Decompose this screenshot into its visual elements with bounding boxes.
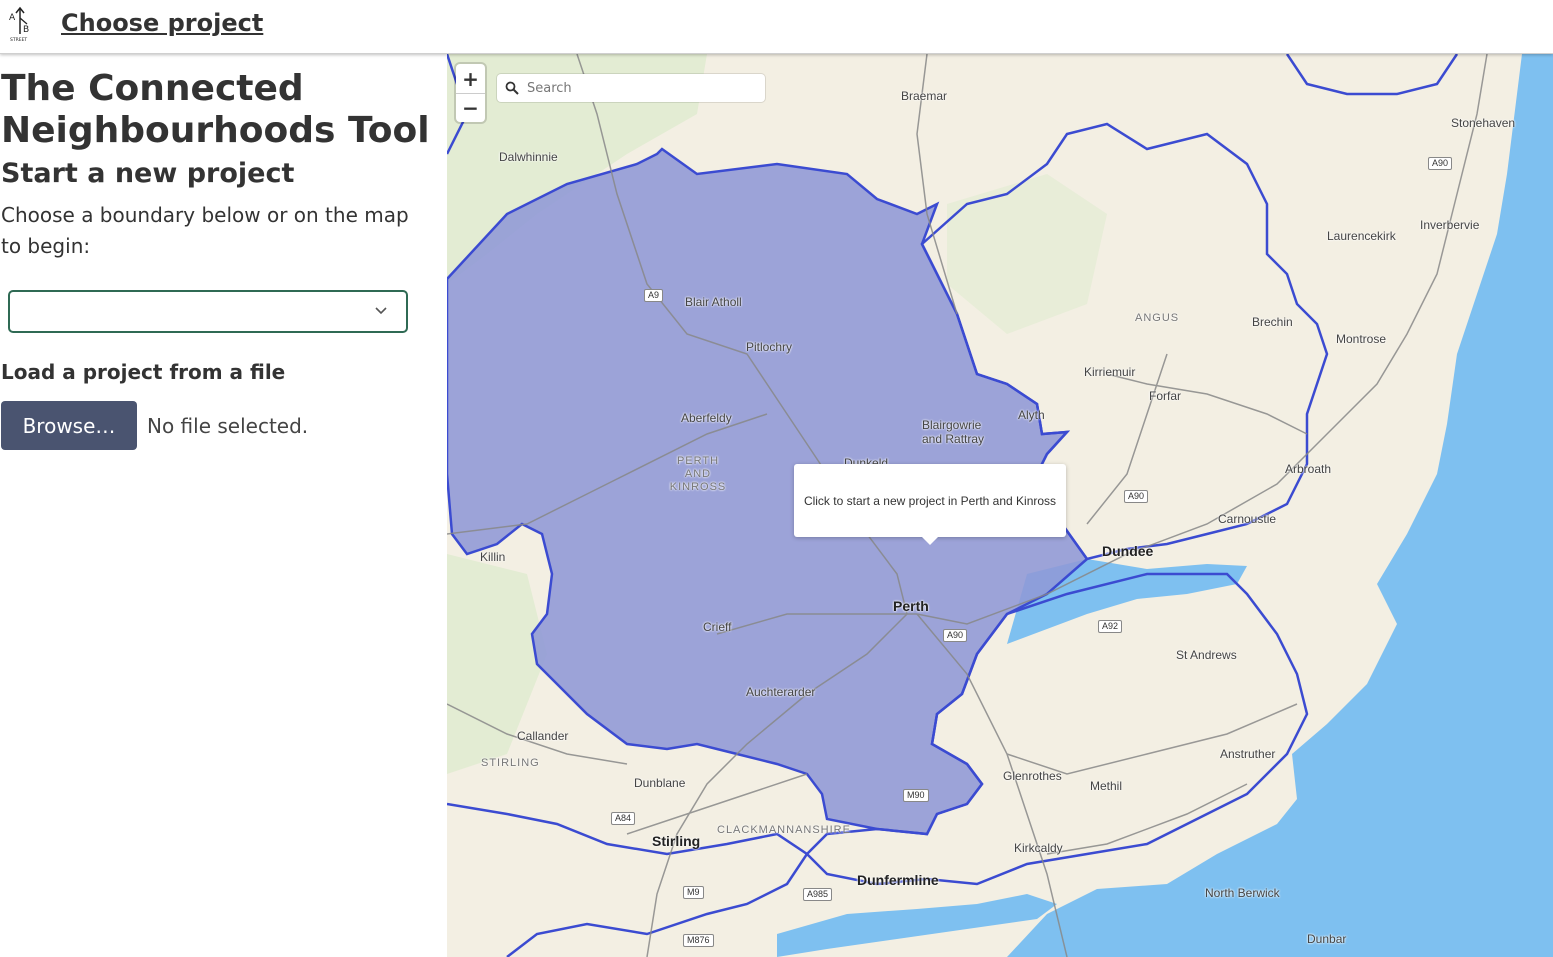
popup-text: Click to start a new project in Perth an… [803,493,1057,508]
road-shield: M876 [683,934,714,947]
place-label: Dunfermline [857,872,939,888]
place-label: Dunbar [1307,932,1347,946]
chevron-down-icon [375,307,387,315]
place-label: Blairgowrie and Rattray [922,418,985,446]
place-label: Inverbervie [1420,218,1480,232]
breadcrumb-choose-project[interactable]: Choose project [61,9,263,37]
road-shield: A92 [1098,620,1123,633]
map-search-box [497,74,765,102]
place-label: Aberfeldy [681,411,732,425]
place-label: St Andrews [1176,648,1237,662]
section-heading-load-project: Load a project from a file [1,360,286,384]
road-shield: A90 [943,629,968,642]
svg-text:A: A [9,13,16,23]
sidebar: The Connected Neighbourhoods Tool Start … [0,54,446,957]
place-label: Kirkcaldy [1014,841,1063,855]
place-label: Laurencekirk [1327,229,1396,243]
place-label: Dundee [1102,543,1154,559]
page-title: The Connected Neighbourhoods Tool [1,68,430,151]
place-label: Brechin [1252,315,1293,329]
place-label: Carnoustie [1218,512,1277,526]
place-label: Braemar [901,89,948,103]
road-shield: A9 [644,289,664,302]
zoom-out-button[interactable]: − [456,93,485,122]
place-label: Pitlochry [746,340,793,354]
place-label: Perth [893,598,929,614]
place-label: Stonehaven [1451,116,1516,130]
abstreet-logo-icon[interactable]: A B STREET [8,6,36,42]
place-label: Callander [517,729,569,743]
zoom-control: + − [456,64,485,122]
road-shield: A84 [611,812,636,825]
place-label: North Berwick [1205,886,1280,900]
instructions-text: Choose a boundary below or on the map to… [1,203,409,258]
road-shield: A90 [1428,157,1453,170]
top-bar: A B STREET Choose project [0,0,1553,54]
place-label: Killin [480,550,506,564]
place-label: Dalwhinnie [499,150,558,164]
road-shield: A985 [803,888,833,901]
search-input[interactable] [525,79,759,97]
place-label: Auchterarder [746,685,816,699]
place-label: Stirling [652,833,701,849]
section-heading-new-project: Start a new project [1,158,295,189]
road-shield: M90 [903,789,929,802]
popup-tip [922,537,938,545]
map-popup: Click to start a new project in Perth an… [794,464,1066,545]
place-label: Kirriemuir [1084,365,1136,379]
boundary-select[interactable] [8,290,408,333]
place-label: Dunblane [634,776,686,790]
svg-text:STREET: STREET [10,37,27,42]
place-label: Methil [1090,779,1123,793]
place-label: Forfar [1149,389,1182,403]
browse-file-button[interactable]: Browse… [1,401,137,450]
region-label: CLACKMANNANSHIRE [717,824,851,836]
place-label: Crieff [703,620,732,634]
region-label: ANGUS [1135,312,1180,324]
place-label: Blair Atholl [685,295,742,309]
zoom-in-button[interactable]: + [456,64,485,93]
place-label: Arbroath [1285,462,1332,476]
map-canvas[interactable]: Braemar Dalwhinnie Stonehaven Laurenceki… [447,54,1553,957]
region-label: STIRLING [481,757,540,769]
road-shield: M9 [683,886,704,899]
place-label: Anstruther [1220,747,1276,761]
file-status-text: No file selected. [147,414,309,438]
place-label: Alyth [1018,408,1045,422]
place-label: Glenrothes [1003,769,1062,783]
search-icon [505,81,519,95]
region-label: PERTH AND KINROSS [669,455,727,493]
road-shield: A90 [1124,490,1149,503]
svg-text:B: B [23,25,29,35]
place-label: Montrose [1336,332,1387,346]
